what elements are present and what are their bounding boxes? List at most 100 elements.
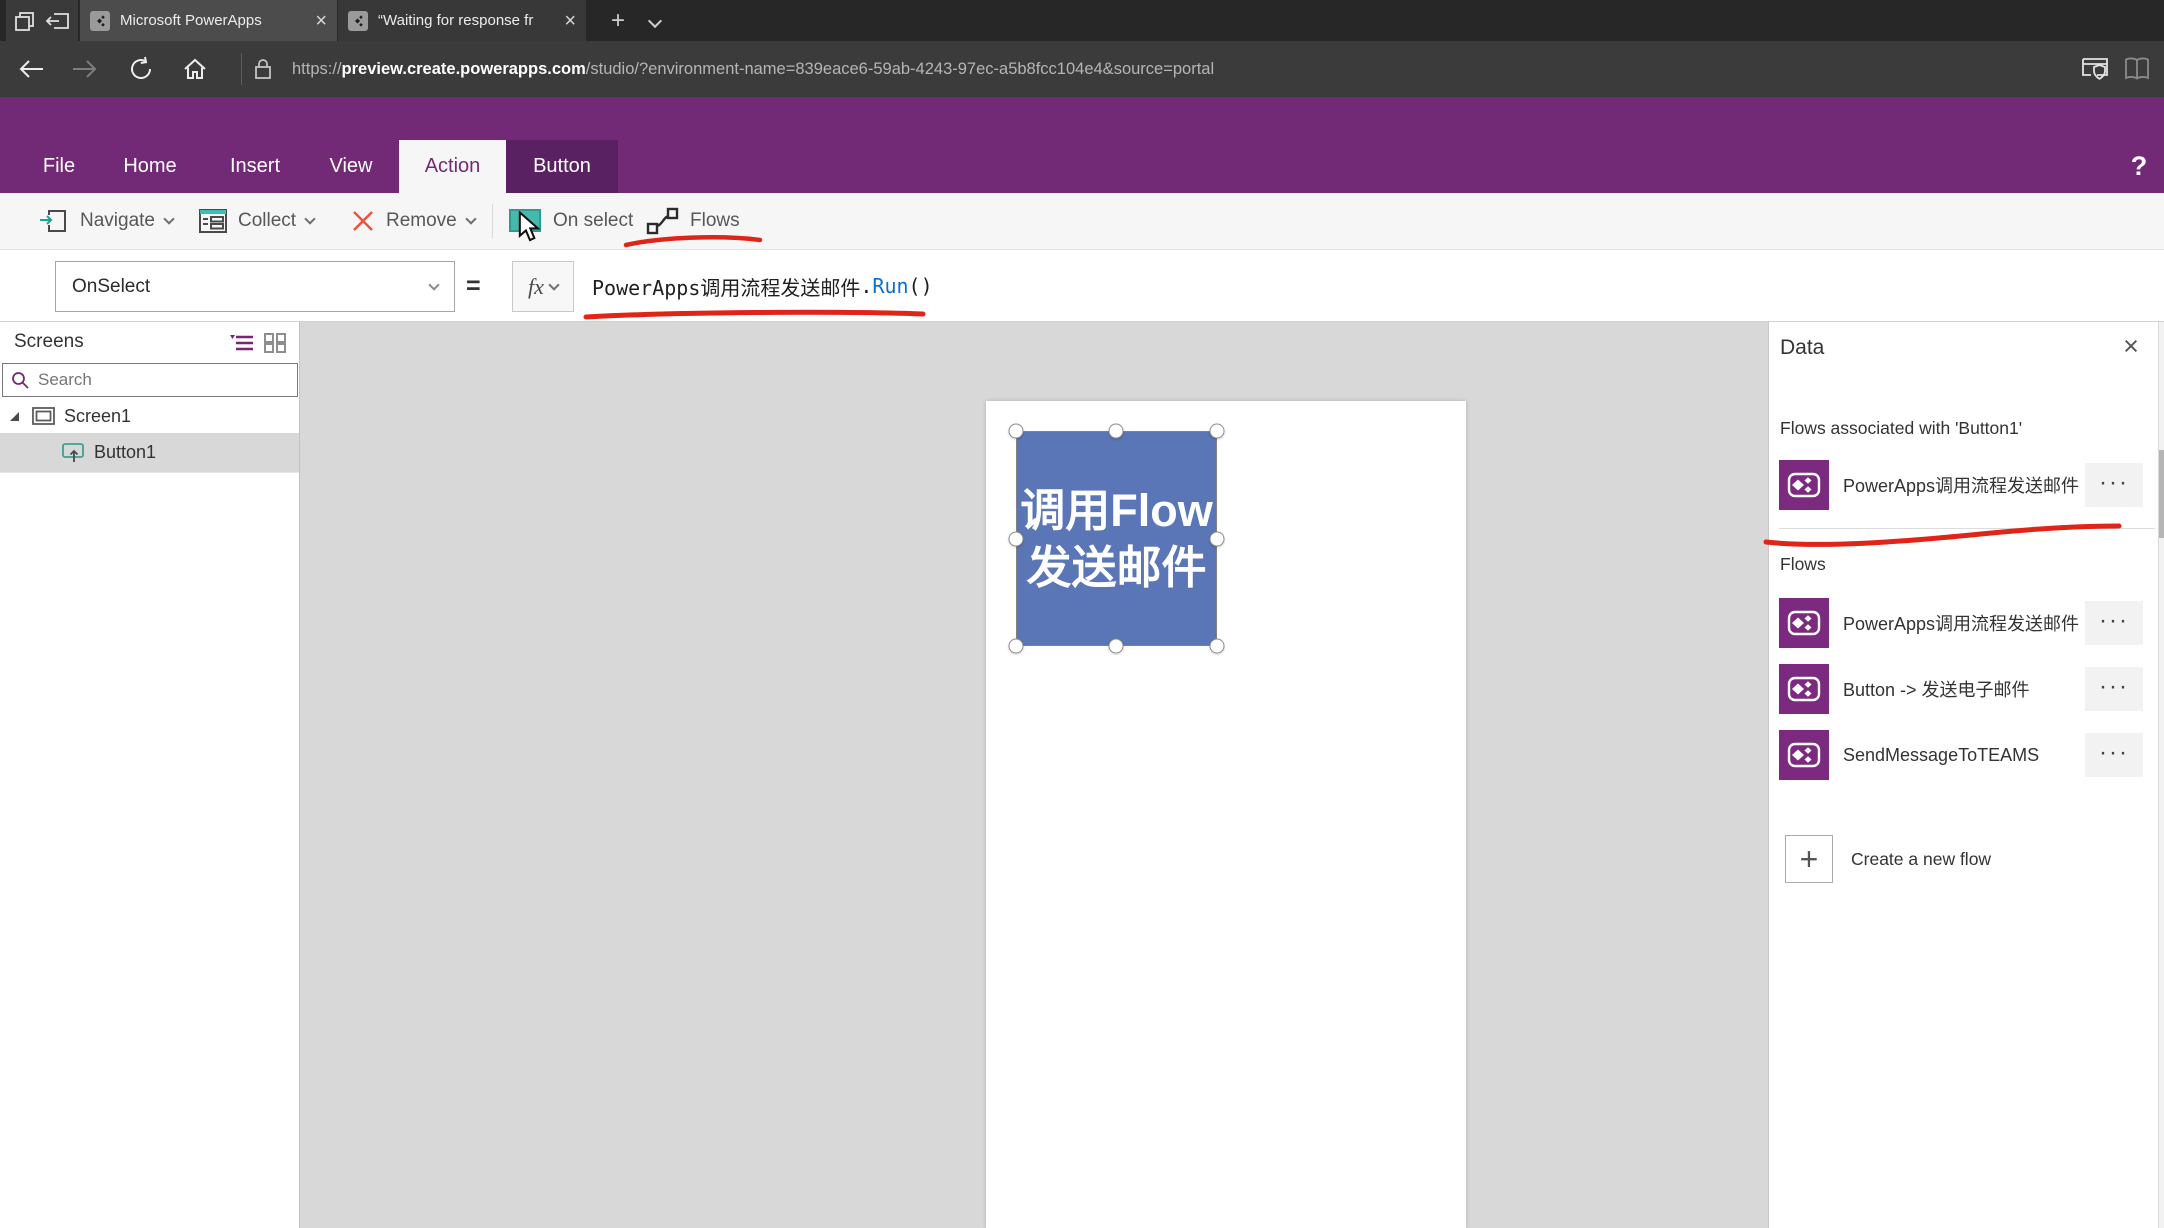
new-tab-button[interactable]: + xyxy=(598,0,638,41)
formula-bar: OnSelect = fx PowerApps调用流程发送邮件.Run() xyxy=(0,250,2164,322)
data-panel-title: Data xyxy=(1780,336,1824,360)
equals-sign: = xyxy=(466,250,481,322)
on-select-label: On select xyxy=(553,210,633,232)
navigate-button[interactable]: Navigate xyxy=(38,193,173,249)
close-icon[interactable]: × xyxy=(2118,334,2144,360)
property-selector-value: OnSelect xyxy=(72,276,150,298)
property-selector[interactable]: OnSelect xyxy=(55,261,455,312)
remove-button[interactable]: Remove xyxy=(350,193,475,249)
flows-button[interactable]: Flows xyxy=(646,193,740,249)
create-new-flow-button[interactable]: + Create a new flow xyxy=(1769,835,2164,885)
chevron-down-icon xyxy=(428,279,439,290)
flow-icon xyxy=(1779,730,1829,780)
design-canvas: 调用Flow 发送邮件 xyxy=(300,322,1768,1228)
menu-view[interactable]: View xyxy=(318,140,384,193)
data-panel: Data × Flows associated with 'Button1' P… xyxy=(1768,322,2164,1228)
tracking-prevention-icon[interactable] xyxy=(2072,41,2118,97)
selection-handle-n[interactable] xyxy=(1109,424,1124,439)
menu-home[interactable]: Home xyxy=(112,140,188,193)
selection-handle-nw[interactable] xyxy=(1009,424,1024,439)
reading-view-icon[interactable] xyxy=(2114,41,2160,97)
tab-list-chevron-icon[interactable] xyxy=(648,14,662,28)
url-protocol: https:// xyxy=(292,60,342,79)
more-options-button[interactable]: ··· xyxy=(2085,463,2143,507)
set-tabs-aside-icon[interactable] xyxy=(45,9,71,33)
scrollbar-thumb[interactable] xyxy=(2159,450,2164,538)
flow-row[interactable]: Button -> 发送电子邮件 ··· xyxy=(1769,664,2164,714)
selection-handle-e[interactable] xyxy=(1210,532,1225,547)
formula-dot: . xyxy=(860,274,872,298)
flow-icon xyxy=(1779,460,1829,510)
browser-tab-bar: Microsoft PowerApps × “Waiting for respo… xyxy=(0,0,2164,41)
powerapps-studio-window: Microsoft PowerApps × “Waiting for respo… xyxy=(0,0,2164,1228)
navigate-icon xyxy=(38,207,70,235)
chevron-down-icon xyxy=(465,213,476,224)
tab-close-icon[interactable]: × xyxy=(315,11,327,31)
flow-row[interactable]: SendMessageToTEAMS ··· xyxy=(1769,730,2164,780)
associated-flows-heading: Flows associated with 'Button1' xyxy=(1780,418,2022,439)
canvas-button-text-line2: 发送邮件 xyxy=(1026,539,1206,596)
screens-search xyxy=(2,363,298,397)
selection-handle-se[interactable] xyxy=(1210,639,1225,654)
url-field[interactable]: https://preview.create.powerapps.com/stu… xyxy=(292,41,1214,97)
home-button[interactable] xyxy=(172,41,218,97)
menu-file[interactable]: File xyxy=(30,140,88,193)
lock-icon xyxy=(240,41,286,97)
on-select-button[interactable]: On select xyxy=(509,193,633,249)
powerapps-favicon xyxy=(90,11,110,31)
tree-item-screen1[interactable]: Screen1 xyxy=(0,399,299,433)
search-input[interactable] xyxy=(38,370,289,390)
flow-icon xyxy=(1779,664,1829,714)
remove-label: Remove xyxy=(386,210,457,232)
red-underline-annotation xyxy=(1761,516,2127,552)
chevron-down-icon xyxy=(304,213,315,224)
collect-button[interactable]: Collect xyxy=(198,193,314,249)
menu-action-selected[interactable]: Action xyxy=(399,140,506,193)
panel-scrollbar[interactable] xyxy=(2158,322,2164,1228)
back-button[interactable] xyxy=(8,41,54,97)
flow-row[interactable]: PowerApps调用流程发送邮件 ··· xyxy=(1769,598,2164,648)
selection-handle-sw[interactable] xyxy=(1009,639,1024,654)
browser-tab-powerapps[interactable]: Microsoft PowerApps × xyxy=(80,0,337,41)
formula-input[interactable]: PowerApps调用流程发送邮件.Run() xyxy=(592,250,933,322)
canvas-button-text-line1: 调用Flow xyxy=(1020,482,1212,539)
more-options-button[interactable]: ··· xyxy=(2085,733,2143,777)
associated-flow-row[interactable]: PowerApps调用流程发送邮件 ··· xyxy=(1769,460,2164,510)
selection-handle-ne[interactable] xyxy=(1210,424,1225,439)
more-options-button[interactable]: ··· xyxy=(2085,667,2143,711)
flows-label: Flows xyxy=(690,210,740,232)
grid-view-icon[interactable] xyxy=(264,333,286,353)
help-button[interactable]: ? xyxy=(2122,143,2156,189)
fx-selector[interactable]: fx xyxy=(512,261,574,312)
forward-button[interactable] xyxy=(62,41,108,97)
flow-name: Button -> 发送电子邮件 xyxy=(1843,664,2083,714)
selection-handle-w[interactable] xyxy=(1009,532,1024,547)
refresh-button[interactable] xyxy=(118,41,164,97)
menu-button-contextual[interactable]: Button xyxy=(506,140,618,193)
url-domain: preview.create.powerapps.com xyxy=(342,60,586,79)
tab-close-icon[interactable]: × xyxy=(564,11,576,31)
screens-panel-title: Screens xyxy=(14,331,84,353)
tree-item-label: Screen1 xyxy=(64,406,131,427)
browser-tab-waiting[interactable]: “Waiting for response fr × xyxy=(338,0,586,41)
flows-heading: Flows xyxy=(1780,554,1826,575)
tab-preview-icon[interactable] xyxy=(13,9,37,33)
create-new-flow-label: Create a new flow xyxy=(1851,835,1991,883)
tree-expand-icon[interactable] xyxy=(10,412,19,421)
ribbon-toolbar: Navigate Collect Remove On sele xyxy=(0,193,2164,250)
formula-parens: () xyxy=(909,274,933,298)
selection-handle-s[interactable] xyxy=(1109,639,1124,654)
tab-title: Microsoft PowerApps xyxy=(120,12,307,29)
navigate-label: Navigate xyxy=(80,210,155,232)
app-header: App - PowerApps File Home Insert View Ac… xyxy=(0,97,2164,193)
tree-item-button1[interactable]: Button1 xyxy=(0,433,299,472)
screens-panel: Screens Screen1 xyxy=(0,322,300,1228)
chevron-down-icon xyxy=(163,213,174,224)
canvas-button-control[interactable]: 调用Flow 发送邮件 xyxy=(1016,431,1217,646)
list-view-icon[interactable] xyxy=(230,333,254,353)
menu-insert[interactable]: Insert xyxy=(216,140,294,193)
collect-icon xyxy=(198,208,228,234)
tree-item-label: Button1 xyxy=(94,442,156,463)
panel-divider xyxy=(1779,528,2155,529)
more-options-button[interactable]: ··· xyxy=(2085,601,2143,645)
